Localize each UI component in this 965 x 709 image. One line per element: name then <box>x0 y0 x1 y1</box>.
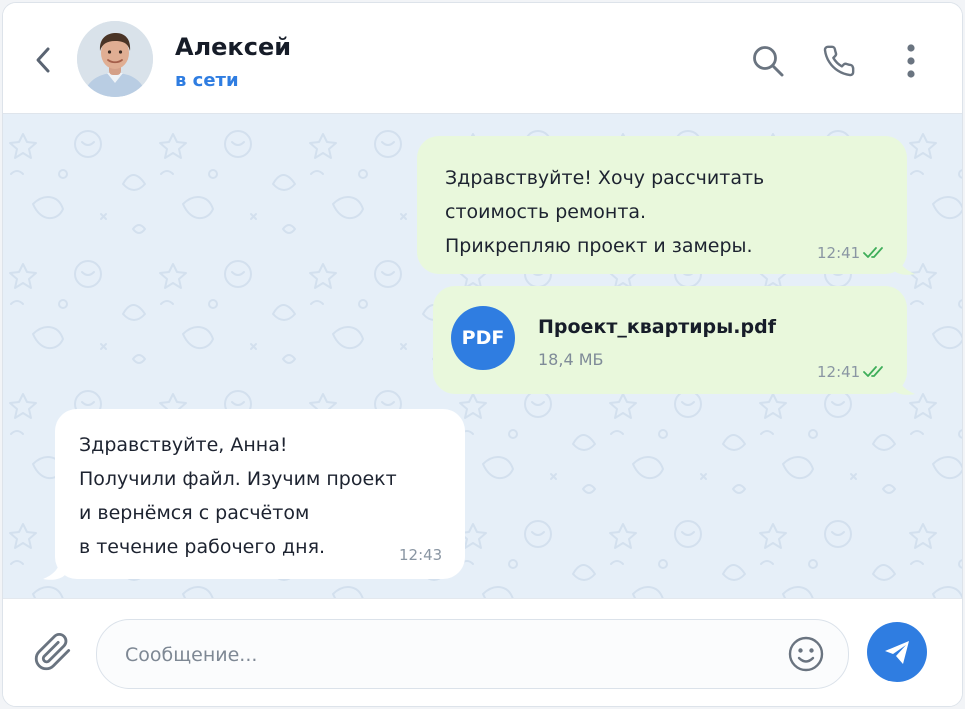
message-line: и вернёмся с расчётом <box>79 502 310 524</box>
message-time: 12:43 <box>399 546 443 564</box>
menu-button[interactable] <box>891 39 931 83</box>
outgoing-file-message[interactable]: PDF Проект_квартиры.pdf 18,4 МБ 12:41 <box>433 286 907 394</box>
chat-window: Алексей в сети Здравствуйте! Хочу рассчи… <box>2 2 963 707</box>
more-vertical-icon <box>907 44 915 78</box>
emoji-icon <box>788 636 824 672</box>
emoji-button[interactable] <box>786 634 826 674</box>
message-line: стоимость ремонта. <box>445 201 647 223</box>
chevron-left-icon <box>36 47 50 73</box>
attach-button[interactable] <box>31 629 75 675</box>
read-checkmarks-icon <box>863 366 883 377</box>
avatar[interactable] <box>77 21 153 97</box>
message-input[interactable] <box>123 634 767 676</box>
paperclip-icon <box>34 633 71 671</box>
send-button[interactable] <box>867 622 927 682</box>
contact-photo <box>77 21 153 97</box>
back-button[interactable] <box>29 43 57 77</box>
message-line: Прикрепляю проект и замеры. <box>445 235 753 257</box>
search-icon <box>753 46 784 77</box>
outgoing-message[interactable]: Здравствуйте! Хочу рассчитать стоимость … <box>417 136 907 274</box>
bubble-tail <box>893 374 915 395</box>
message-line: Здравствуйте, Анна! <box>79 434 288 456</box>
message-line: в течение рабочего дня. <box>79 536 326 558</box>
contact-name: Алексей <box>175 33 292 61</box>
search-button[interactable] <box>748 39 788 83</box>
bubble-tail <box>893 254 915 275</box>
read-checkmarks-icon <box>863 247 883 258</box>
chat-header: Алексей в сети <box>3 3 962 114</box>
chat-area[interactable]: Здравствуйте! Хочу рассчитать стоимость … <box>3 114 962 598</box>
bubble-tail <box>43 559 65 580</box>
file-name[interactable]: Проект_квартиры.pdf <box>538 316 776 338</box>
message-time: 12:41 <box>817 363 861 381</box>
message-input-wrapper <box>96 619 849 689</box>
message-line: Здравствуйте! Хочу рассчитать <box>445 167 765 189</box>
message-composer <box>3 598 962 706</box>
contact-status: в сети <box>175 70 239 91</box>
call-button[interactable] <box>819 39 859 83</box>
incoming-message[interactable]: Здравствуйте, Анна! Получили файл. Изучи… <box>55 409 465 579</box>
message-time: 12:41 <box>817 244 861 262</box>
send-icon <box>885 641 909 664</box>
phone-icon <box>823 45 855 77</box>
file-size: 18,4 МБ <box>538 350 604 369</box>
pdf-file-icon[interactable]: PDF <box>451 306 515 370</box>
message-line: Получили файл. Изучим проект <box>79 468 397 490</box>
